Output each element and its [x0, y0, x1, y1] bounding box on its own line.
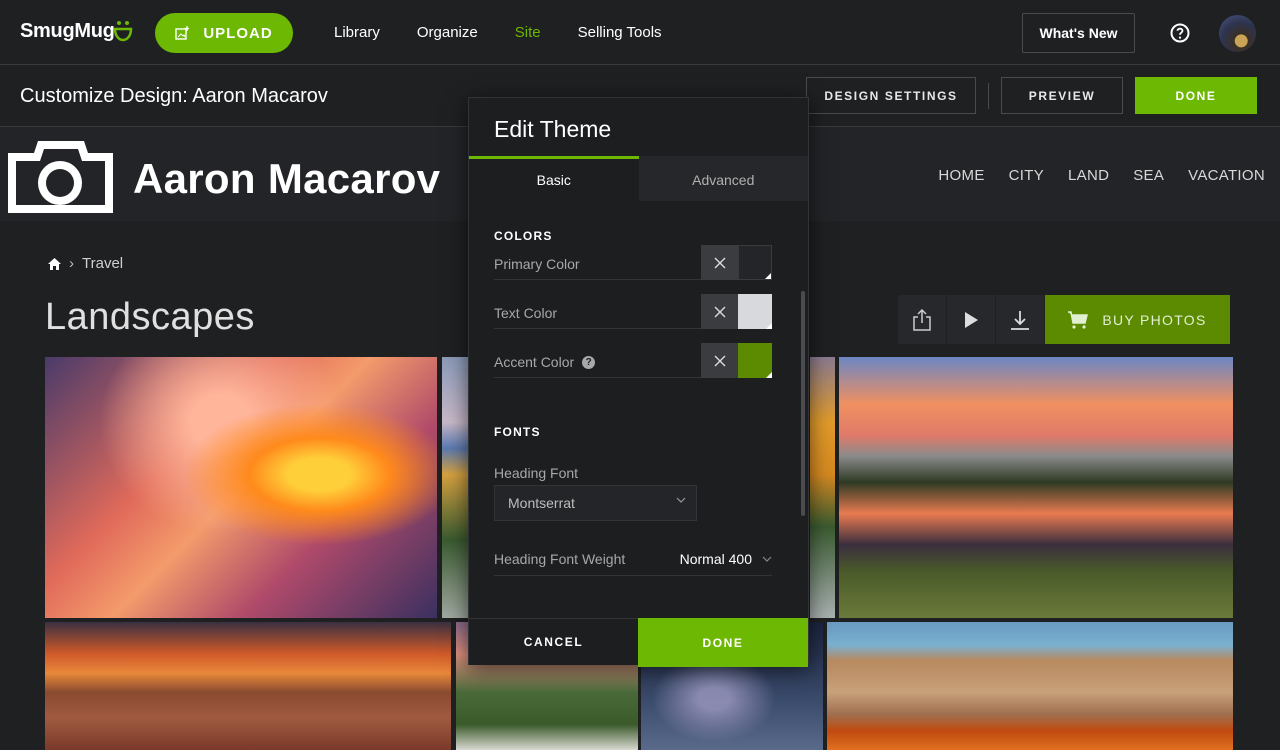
whats-new-button[interactable]: What's New: [1022, 13, 1135, 53]
clear-text-color-button[interactable]: [701, 294, 738, 329]
heading-font-select[interactable]: Montserrat: [494, 485, 697, 521]
upload-button[interactable]: UPLOAD: [155, 13, 293, 53]
accent-color-label: Accent Color: [494, 354, 575, 370]
chevron-down-icon: [762, 556, 772, 562]
nav-library[interactable]: Library: [334, 24, 380, 41]
photo-lava-ocean[interactable]: [45, 357, 437, 618]
primary-color-row: Primary Color: [494, 245, 772, 280]
photo-golden-hill[interactable]: [810, 357, 835, 618]
share-icon: [913, 308, 931, 331]
text-color-swatch[interactable]: [738, 294, 772, 329]
heading-weight-label: Heading Font Weight: [494, 551, 626, 567]
upload-image-icon: [175, 26, 190, 40]
preview-button[interactable]: PREVIEW: [1001, 77, 1123, 114]
help-circle-icon[interactable]: [1170, 23, 1190, 43]
heading-font-label: Heading Font: [494, 465, 579, 481]
close-icon: [714, 257, 725, 268]
play-icon: [965, 311, 978, 328]
design-settings-button[interactable]: DESIGN SETTINGS: [806, 77, 976, 114]
photo-canyon-sunset[interactable]: [45, 622, 451, 750]
main-nav: Library Organize Site Selling Tools: [334, 0, 699, 65]
done-button[interactable]: DONE: [1135, 77, 1257, 114]
site-nav: HOME CITY LAND SEA VACATION: [938, 167, 1265, 184]
gallery-title: Landscapes: [45, 296, 255, 338]
heading-weight-row: Heading Font Weight Normal 400: [494, 548, 772, 576]
nav-site[interactable]: Site: [515, 24, 541, 41]
smugmug-smile-icon: [113, 21, 133, 42]
panel-title: Edit Theme: [494, 116, 612, 142]
slideshow-button[interactable]: [947, 295, 996, 344]
heading-weight-select[interactable]: Normal 400: [680, 551, 772, 567]
nav-selling-tools[interactable]: Selling Tools: [578, 24, 662, 41]
site-nav-city[interactable]: CITY: [1009, 167, 1044, 184]
buy-photos-label: BUY PHOTOS: [1102, 311, 1207, 328]
help-icon[interactable]: ?: [582, 355, 596, 369]
divider: [988, 83, 989, 109]
site-nav-sea[interactable]: SEA: [1133, 167, 1164, 184]
site-nav-home[interactable]: HOME: [938, 167, 984, 184]
site-nav-vacation[interactable]: VACATION: [1188, 167, 1265, 184]
buy-photos-button[interactable]: BUY PHOTOS: [1045, 295, 1230, 344]
cancel-button[interactable]: CANCEL: [469, 619, 638, 665]
share-button[interactable]: [898, 295, 947, 344]
home-icon[interactable]: [48, 257, 61, 270]
fonts-section-label: FONTS: [494, 425, 541, 439]
user-avatar[interactable]: [1219, 15, 1256, 52]
photo-mountain-lake-sunset[interactable]: [839, 357, 1233, 618]
upload-label: UPLOAD: [203, 24, 273, 42]
accent-color-swatch[interactable]: [738, 343, 772, 378]
tab-advanced[interactable]: Advanced: [638, 156, 808, 201]
breadcrumb: › Travel: [48, 255, 123, 272]
clear-accent-color-button[interactable]: [701, 343, 738, 378]
customize-title: Customize Design: Aaron Macarov: [20, 85, 328, 107]
breadcrumb-separator: ›: [69, 255, 74, 272]
site-name[interactable]: Aaron Macarov: [133, 155, 440, 203]
primary-color-swatch[interactable]: [738, 245, 772, 280]
photo-mesa-arch[interactable]: [827, 622, 1233, 750]
camera-icon[interactable]: [8, 139, 113, 213]
breadcrumb-travel[interactable]: Travel: [82, 255, 123, 272]
primary-color-label: Primary Color: [494, 256, 580, 272]
panel-footer: CANCEL DONE: [469, 618, 808, 667]
panel-done-button[interactable]: DONE: [638, 618, 808, 667]
site-nav-land[interactable]: LAND: [1068, 167, 1109, 184]
colors-section-label: COLORS: [494, 229, 553, 243]
smugmug-logo[interactable]: SmugMug: [20, 20, 115, 43]
tab-basic[interactable]: Basic: [469, 156, 639, 201]
close-icon: [714, 306, 725, 317]
top-bar: SmugMug UPLOAD Library Organize Site Sel…: [0, 0, 1280, 65]
download-icon: [1011, 310, 1029, 330]
gallery-actions: BUY PHOTOS: [898, 295, 1230, 344]
nav-organize[interactable]: Organize: [417, 24, 478, 41]
panel-scrollbar[interactable]: [801, 291, 805, 516]
theme-tabs: Basic Advanced: [469, 156, 808, 201]
cart-icon: [1068, 310, 1089, 329]
clear-primary-color-button[interactable]: [701, 245, 738, 280]
accent-color-row: Accent Color?: [494, 343, 772, 378]
close-icon: [714, 355, 725, 366]
download-button[interactable]: [996, 295, 1045, 344]
heading-font-value: Montserrat: [508, 495, 575, 511]
heading-weight-value: Normal 400: [679, 551, 752, 567]
text-color-label: Text Color: [494, 305, 558, 321]
chevron-down-icon: [676, 497, 686, 503]
edit-theme-panel: Edit Theme Basic Advanced COLORS Primary…: [468, 97, 809, 667]
text-color-row: Text Color: [494, 294, 772, 329]
